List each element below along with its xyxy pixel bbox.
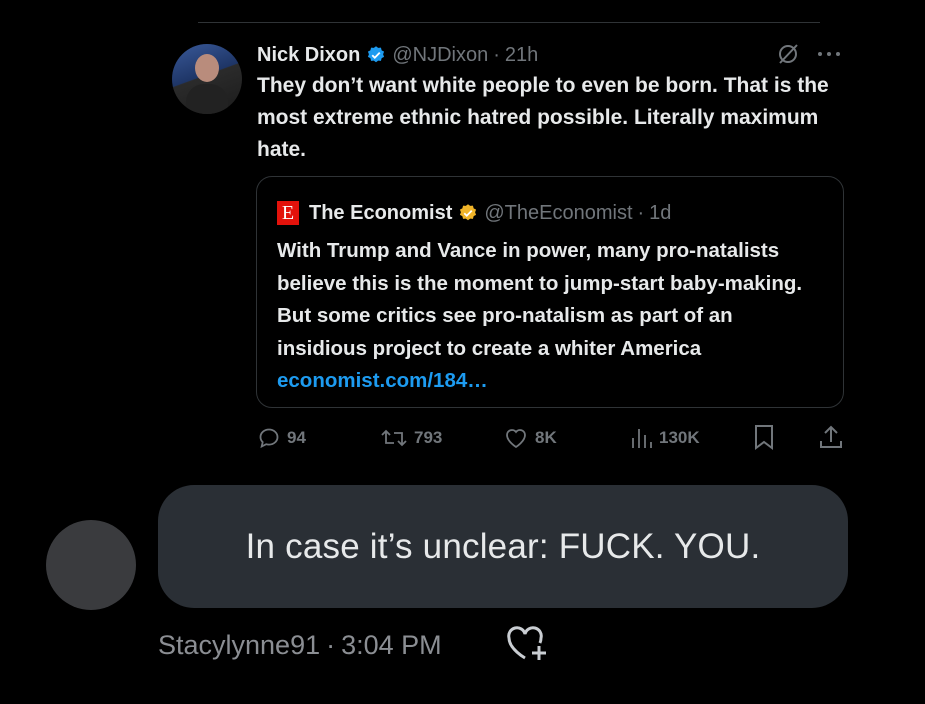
quote-body: With Trump and Vance in power, many pro-… bbox=[277, 239, 803, 360]
tweet-header: Nick Dixon @NJDixon · 21h bbox=[257, 40, 538, 70]
message-bubble[interactable]: In case it’s unclear: FUCK. YOU. bbox=[158, 485, 848, 608]
verified-badge-icon bbox=[368, 46, 385, 63]
views-button[interactable]: 130K bbox=[629, 423, 700, 453]
tweet-time[interactable]: 21h bbox=[505, 44, 538, 67]
retweet-button[interactable]: 793 bbox=[380, 423, 442, 453]
tweet-text: They don’t want white people to even be … bbox=[257, 74, 829, 161]
top-divider bbox=[198, 22, 820, 23]
views-count: 130K bbox=[659, 428, 700, 447]
quote-link[interactable]: economist.com/184… bbox=[277, 369, 488, 392]
reply-count: 94 bbox=[287, 428, 306, 447]
quote-tweet-card[interactable]: E The Economist @TheEconomist · 1d With … bbox=[256, 176, 844, 408]
message-text: In case it’s unclear: FUCK. YOU. bbox=[245, 526, 761, 566]
author-name[interactable]: Nick Dixon bbox=[257, 44, 360, 67]
bookmark-icon[interactable] bbox=[751, 423, 777, 451]
separator-dot: · bbox=[637, 201, 645, 224]
separator-dot: · bbox=[326, 629, 336, 660]
gold-verified-badge-icon bbox=[460, 204, 477, 221]
author-handle[interactable]: @NJDixon bbox=[392, 44, 488, 67]
quote-time[interactable]: 1d bbox=[649, 202, 671, 225]
quote-author-name[interactable]: The Economist bbox=[309, 202, 452, 225]
sender-avatar[interactable] bbox=[46, 520, 136, 610]
retweet-count: 793 bbox=[414, 428, 443, 447]
grok-icon[interactable] bbox=[776, 42, 800, 66]
message-meta: Stacylynne91 · 3:04 PM bbox=[158, 626, 442, 664]
separator-dot: · bbox=[493, 43, 500, 66]
author-avatar[interactable] bbox=[172, 44, 242, 114]
like-button[interactable]: 8K bbox=[503, 423, 557, 453]
retweet-icon bbox=[381, 429, 407, 447]
reply-button[interactable]: 94 bbox=[257, 423, 306, 453]
more-icon[interactable] bbox=[816, 50, 842, 58]
views-icon bbox=[632, 429, 652, 448]
like-count: 8K bbox=[535, 428, 557, 447]
quote-header: E The Economist @TheEconomist · 1d bbox=[277, 199, 671, 227]
heart-plus-icon[interactable] bbox=[503, 624, 551, 664]
sender-name: Stacylynne91 bbox=[158, 629, 321, 660]
message-time: 3:04 PM bbox=[341, 629, 442, 660]
reply-icon bbox=[259, 428, 279, 449]
quote-text: With Trump and Vance in power, many pro-… bbox=[277, 235, 827, 398]
like-icon bbox=[506, 429, 526, 449]
quote-handle[interactable]: @TheEconomist bbox=[484, 202, 632, 225]
economist-logo: E bbox=[277, 201, 299, 225]
share-icon[interactable] bbox=[818, 423, 844, 451]
